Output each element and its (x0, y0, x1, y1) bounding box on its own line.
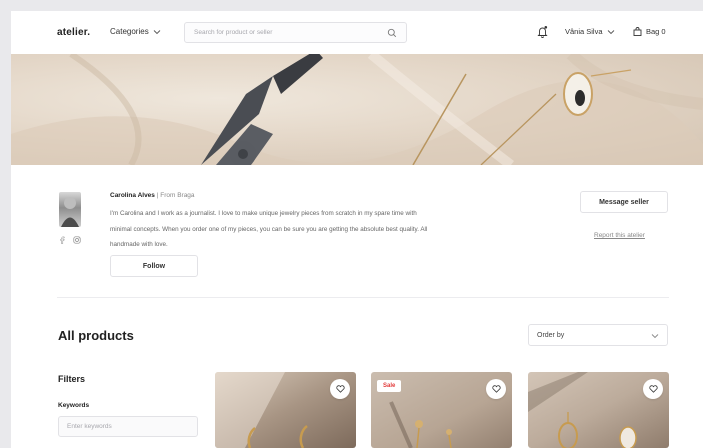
search-input[interactable]: Search for product or seller (184, 22, 407, 43)
categories-menu[interactable]: Categories (110, 27, 161, 36)
product-card[interactable] (215, 372, 356, 448)
bell-icon[interactable] (537, 25, 548, 38)
report-atelier-link[interactable]: Report this atelier (594, 232, 645, 239)
bag-icon (633, 27, 642, 36)
social-links (58, 236, 81, 244)
seller-location: | From Braga (154, 192, 195, 199)
all-products-title: All products (58, 328, 134, 343)
sale-badge: Sale (377, 380, 402, 392)
keywords-placeholder: Enter keywords (67, 423, 112, 430)
product-card[interactable]: Sale (371, 372, 512, 448)
seller-name[interactable]: Carolina Alves (110, 192, 155, 199)
favorite-button[interactable] (486, 379, 506, 399)
seller-bio: I'm Carolina and I work as a journalist.… (110, 210, 428, 248)
order-by-select[interactable]: Order by (528, 324, 668, 346)
heart-icon (335, 385, 345, 393)
heart-icon (648, 385, 658, 393)
seller-avatar (59, 192, 81, 227)
message-seller-button[interactable]: Message seller (580, 191, 668, 213)
product-card[interactable] (528, 372, 669, 448)
bag-button[interactable]: Bag 0 (633, 27, 666, 36)
user-name: Vânia Silva (565, 27, 603, 36)
categories-label: Categories (110, 27, 149, 36)
heart-icon (491, 385, 501, 393)
seller-name-line: Carolina Alves | From Braga (110, 192, 195, 199)
keywords-label: Keywords (58, 402, 90, 409)
keywords-input[interactable]: Enter keywords (58, 416, 198, 437)
chevron-down-icon (651, 334, 659, 339)
facebook-icon[interactable] (58, 236, 66, 244)
seller-banner-image (11, 54, 703, 165)
user-menu[interactable]: Vânia Silva (565, 27, 615, 36)
chevron-down-icon (153, 29, 161, 34)
section-divider (57, 297, 669, 298)
order-by-label: Order by (537, 332, 565, 339)
top-nav: atelier. Categories Search for product o… (11, 11, 703, 54)
instagram-icon[interactable] (73, 236, 81, 244)
bag-label: Bag 0 (646, 27, 666, 36)
favorite-button[interactable] (330, 379, 350, 399)
page: atelier. Categories Search for product o… (11, 11, 703, 448)
chevron-down-icon (607, 29, 614, 34)
logo[interactable]: atelier. (57, 27, 90, 38)
search-placeholder: Search for product or seller (194, 29, 273, 36)
follow-button[interactable]: Follow (110, 255, 198, 277)
favorite-button[interactable] (643, 379, 663, 399)
filters-title: Filters (58, 374, 86, 384)
search-icon[interactable] (387, 28, 397, 38)
